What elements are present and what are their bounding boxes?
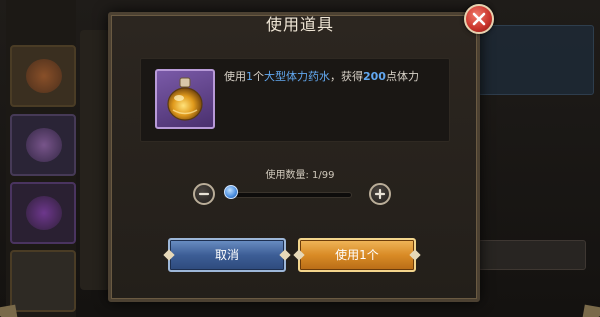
quantity-label: 使用数量: 1/99 <box>0 166 600 181</box>
close-icon <box>472 12 486 26</box>
use-item-button-label: 使用1个 <box>335 248 379 262</box>
item-slot[interactable] <box>155 69 215 129</box>
close-button[interactable] <box>464 4 494 34</box>
desc-prefix: 使用 <box>224 70 246 83</box>
desc-count: 1 <box>246 70 253 83</box>
plus-icon <box>374 188 386 200</box>
background-item-tile <box>10 45 76 107</box>
slider-thumb[interactable] <box>224 185 238 199</box>
desc-unit: 个 <box>253 70 264 83</box>
background-item-tile <box>10 250 76 312</box>
desc-mid: ，获得 <box>330 70 363 83</box>
minus-icon <box>198 192 210 196</box>
use-item-dialog <box>108 12 480 302</box>
stamina-potion-icon <box>167 77 203 121</box>
background-item-tile <box>10 182 76 244</box>
reward-amount: 200 <box>363 70 386 83</box>
quantity-label-text: 使用数量: <box>265 170 309 181</box>
quantity-slider[interactable] <box>224 192 352 198</box>
item-name: 大型体力药水 <box>264 70 330 83</box>
item-description: 使用1个大型体力药水，获得200点体力 <box>224 68 419 84</box>
corner-ornament <box>570 294 600 317</box>
use-item-button[interactable]: 使用1个 <box>293 238 421 272</box>
background-button <box>478 240 586 270</box>
desc-suffix: 点体力 <box>385 70 419 83</box>
background-panel <box>80 30 110 290</box>
cancel-button[interactable]: 取消 <box>163 238 291 272</box>
dialog-title: 使用道具 <box>265 15 334 34</box>
increase-quantity-button[interactable] <box>369 183 391 205</box>
item-info-panel: 使用1个大型体力药水，获得200点体力 <box>140 58 450 142</box>
background-info-panel <box>478 25 594 95</box>
decrease-quantity-button[interactable] <box>193 183 215 205</box>
quantity-value: 1/99 <box>312 170 335 181</box>
cancel-button-label: 取消 <box>214 248 239 262</box>
